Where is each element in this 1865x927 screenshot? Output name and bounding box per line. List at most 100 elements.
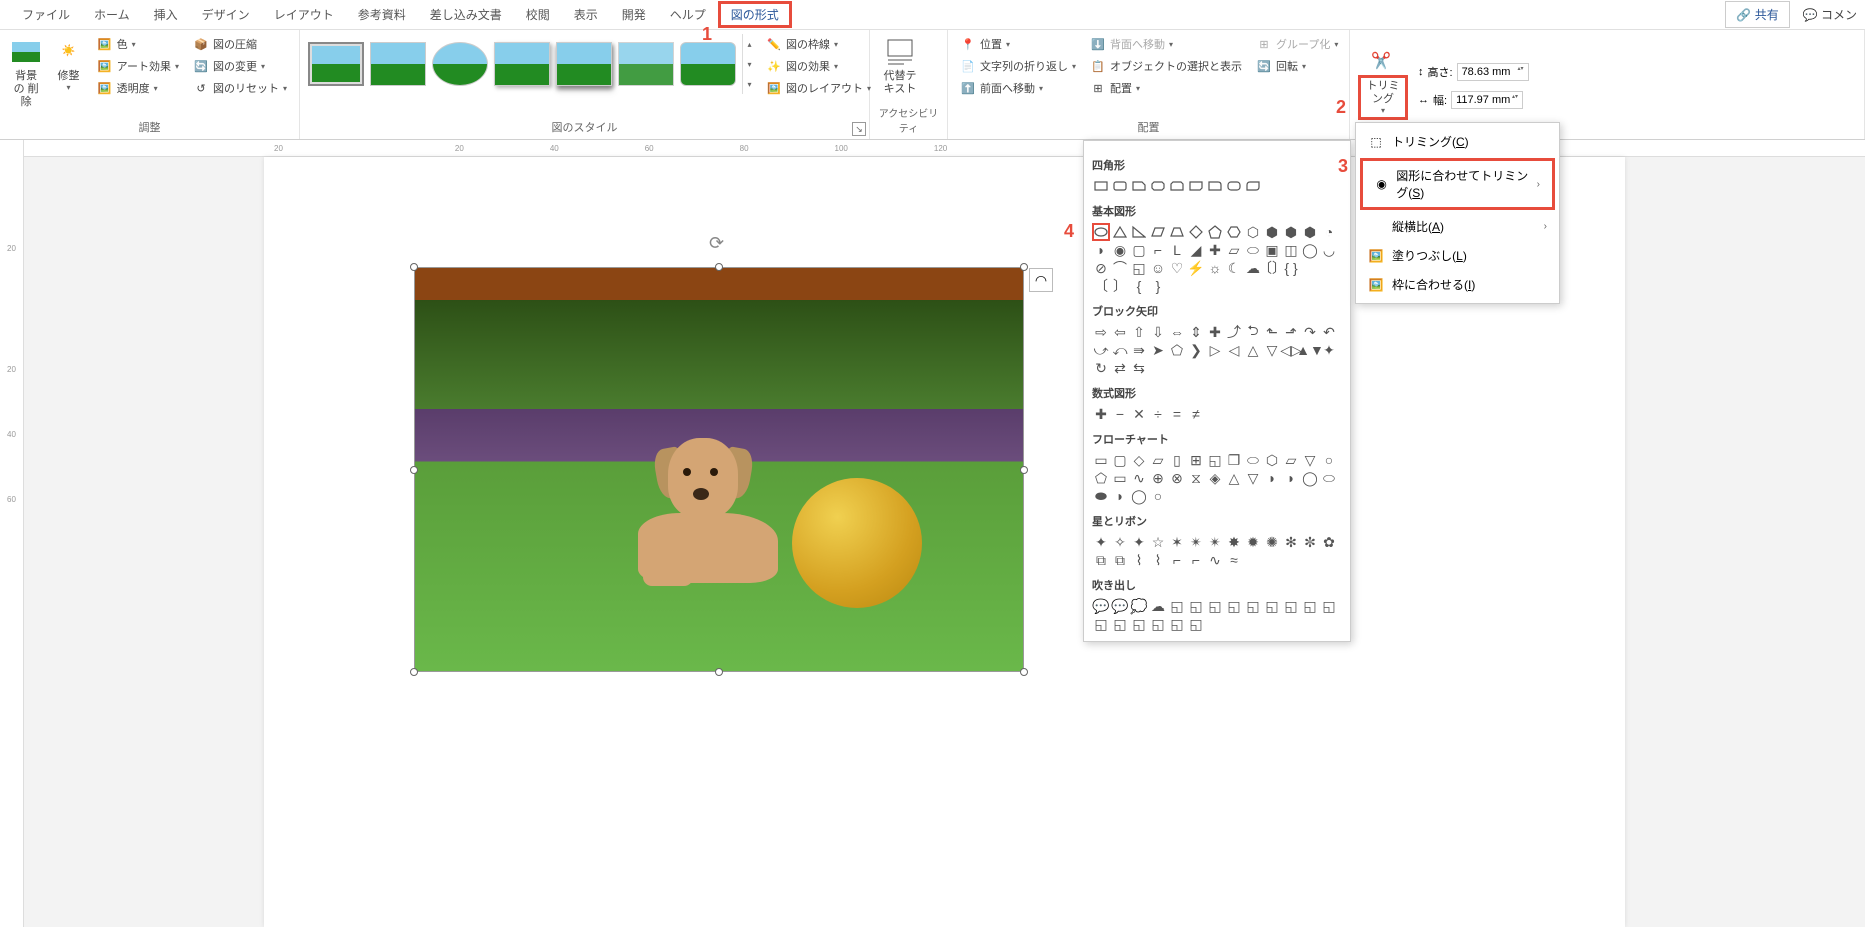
gallery-more[interactable]: ▴▾▾ (742, 34, 756, 94)
callout-misc-1[interactable]: ◱ (1149, 615, 1167, 633)
star-24[interactable]: ✻ (1282, 533, 1300, 551)
tab-design[interactable]: デザイン (190, 1, 262, 28)
color-button[interactable]: 🖼️色 (93, 34, 183, 54)
shape-plaque[interactable]: ▱ (1225, 241, 1243, 259)
arrow-curved-down[interactable]: ⤺ (1111, 341, 1129, 359)
arrow-quad[interactable]: ✚ (1206, 323, 1224, 341)
shape-frame[interactable]: ▢ (1130, 241, 1148, 259)
arrow-right[interactable]: ⇨ (1092, 323, 1110, 341)
shape-plus[interactable]: ✚ (1206, 241, 1224, 259)
picture-effects-button[interactable]: ✨図の効果 (762, 56, 875, 76)
shape-lightning[interactable]: ⚡ (1187, 259, 1205, 277)
shape-rect[interactable] (1092, 177, 1110, 195)
arrow-pentagon[interactable]: ⬠ (1168, 341, 1186, 359)
selected-image[interactable]: ⟳ (414, 267, 1024, 672)
tab-mailings[interactable]: 差し込み文書 (418, 1, 514, 28)
layout-options-button[interactable]: ◠ (1029, 268, 1053, 292)
reset-picture-button[interactable]: ↺図のリセット (189, 78, 291, 98)
resize-handle-bl[interactable] (410, 668, 418, 676)
star-7[interactable]: ✴ (1187, 533, 1205, 551)
arrow-uturn[interactable]: ⮌ (1244, 323, 1262, 341)
fc-extract[interactable]: △ (1225, 469, 1243, 487)
resize-handle-ml[interactable] (410, 466, 418, 474)
arrow-updown[interactable]: ⇕ (1187, 323, 1205, 341)
tab-view[interactable]: 表示 (562, 1, 610, 28)
arrow-callout-ud[interactable]: ▲▼ (1301, 341, 1319, 359)
fc-multidoc[interactable]: ❐ (1225, 451, 1243, 469)
shape-rt-triangle[interactable] (1130, 223, 1148, 241)
shape-right-brace[interactable]: } (1149, 277, 1167, 295)
arrow-misc-2[interactable]: ⇆ (1130, 359, 1148, 377)
selection-pane-button[interactable]: 📋オブジェクトの選択と表示 (1086, 56, 1246, 76)
shape-sun[interactable]: ☼ (1206, 259, 1224, 277)
shape-donut[interactable]: ◯ (1301, 241, 1319, 259)
eq-multiply[interactable]: ✕ (1130, 405, 1148, 423)
bring-forward-button[interactable]: ⬆️前面へ移動 (956, 78, 1080, 98)
shape-trapezoid[interactable] (1168, 223, 1186, 241)
shape-snip-1[interactable] (1130, 177, 1148, 195)
callout-accent-3[interactable]: ◱ (1282, 597, 1300, 615)
fc-direct-access[interactable]: ⬬ (1092, 487, 1110, 505)
callout-rounded[interactable]: 💬 (1111, 597, 1129, 615)
arrow-up[interactable]: ⇧ (1130, 323, 1148, 341)
fc-offpage[interactable]: ⬠ (1092, 469, 1110, 487)
shape-decagon[interactable]: ⬢ (1282, 223, 1300, 241)
arrow-leftup[interactable]: ⬑ (1263, 323, 1281, 341)
shape-double-bracket[interactable]: 〔〕 (1263, 259, 1281, 277)
fc-manual-op[interactable]: ▽ (1301, 451, 1319, 469)
tab-home[interactable]: ホーム (82, 1, 142, 28)
shape-heptagon[interactable]: ⬡ (1244, 223, 1262, 241)
shape-diag-stripe[interactable]: ◢ (1187, 241, 1205, 259)
style-thumb-4[interactable] (494, 42, 550, 86)
shape-oval[interactable] (1092, 223, 1110, 241)
shape-bevel[interactable]: ◫ (1282, 241, 1300, 259)
tab-developer[interactable]: 開発 (610, 1, 658, 28)
fc-data[interactable]: ▱ (1149, 451, 1167, 469)
style-thumb-3[interactable] (432, 42, 488, 86)
wrap-text-button[interactable]: 📄文字列の折り返し (956, 56, 1080, 76)
shape-heart[interactable]: ♡ (1168, 259, 1186, 277)
arrow-callout-d[interactable]: ▽ (1263, 341, 1281, 359)
shape-snip-3[interactable] (1168, 177, 1186, 195)
fc-junction[interactable]: ⊕ (1149, 469, 1167, 487)
callout-cloud[interactable]: ☁ (1149, 597, 1167, 615)
shape-dodecagon[interactable]: ⬢ (1301, 223, 1319, 241)
shape-left-bracket[interactable]: 〔 (1092, 277, 1110, 295)
style-thumb-7[interactable] (680, 42, 736, 86)
ribbon-wave[interactable]: ∿ (1206, 551, 1224, 569)
callout-border-2[interactable]: ◱ (1092, 615, 1110, 633)
callout-border-3[interactable]: ◱ (1111, 615, 1129, 633)
shape-hexagon[interactable] (1225, 223, 1243, 241)
corrections-button[interactable]: ☀️ 修整 (50, 34, 86, 95)
align-button[interactable]: ⊞配置 (1086, 78, 1246, 98)
shape-l[interactable]: L (1168, 241, 1186, 259)
arrow-callout-l[interactable]: ◁ (1225, 341, 1243, 359)
alt-text-button[interactable]: 代替テ キスト (878, 34, 922, 98)
star-10[interactable]: ✸ (1225, 533, 1243, 551)
eq-notequal[interactable]: ≠ (1187, 405, 1205, 423)
callout-rect[interactable]: 💬 (1092, 597, 1110, 615)
style-thumb-1[interactable] (308, 42, 364, 86)
star-8[interactable]: ✴ (1206, 533, 1224, 551)
tab-file[interactable]: ファイル (10, 1, 82, 28)
fc-display[interactable]: ◗ (1111, 487, 1129, 505)
shape-can[interactable]: ⬭ (1244, 241, 1262, 259)
style-thumb-6[interactable] (618, 42, 674, 86)
crop-menu-aspect-ratio[interactable]: 縦横比(A) › (1356, 212, 1559, 241)
shape-moon[interactable]: ☾ (1225, 259, 1243, 277)
shape-half-frame[interactable]: ⌐ (1149, 241, 1167, 259)
rotate-handle[interactable]: ⟳ (709, 233, 729, 253)
ribbon-double-wave[interactable]: ≈ (1225, 551, 1243, 569)
shape-snip-4[interactable] (1187, 177, 1205, 195)
arrow-striped[interactable]: ⇛ (1130, 341, 1148, 359)
fc-alt-process[interactable]: ▢ (1111, 451, 1129, 469)
tab-picture-format[interactable]: 図の形式 (718, 1, 792, 28)
tab-insert[interactable]: 挿入 (142, 1, 190, 28)
fc-prep[interactable]: ⬡ (1263, 451, 1281, 469)
callout-misc-3[interactable]: ◱ (1187, 615, 1205, 633)
tab-layout[interactable]: レイアウト (262, 1, 346, 28)
change-picture-button[interactable]: 🔄図の変更 (189, 56, 291, 76)
eq-divide[interactable]: ÷ (1149, 405, 1167, 423)
picture-border-button[interactable]: ✏️図の枠線 (762, 34, 875, 54)
styles-dialog-launcher[interactable]: ↘ (852, 122, 866, 136)
